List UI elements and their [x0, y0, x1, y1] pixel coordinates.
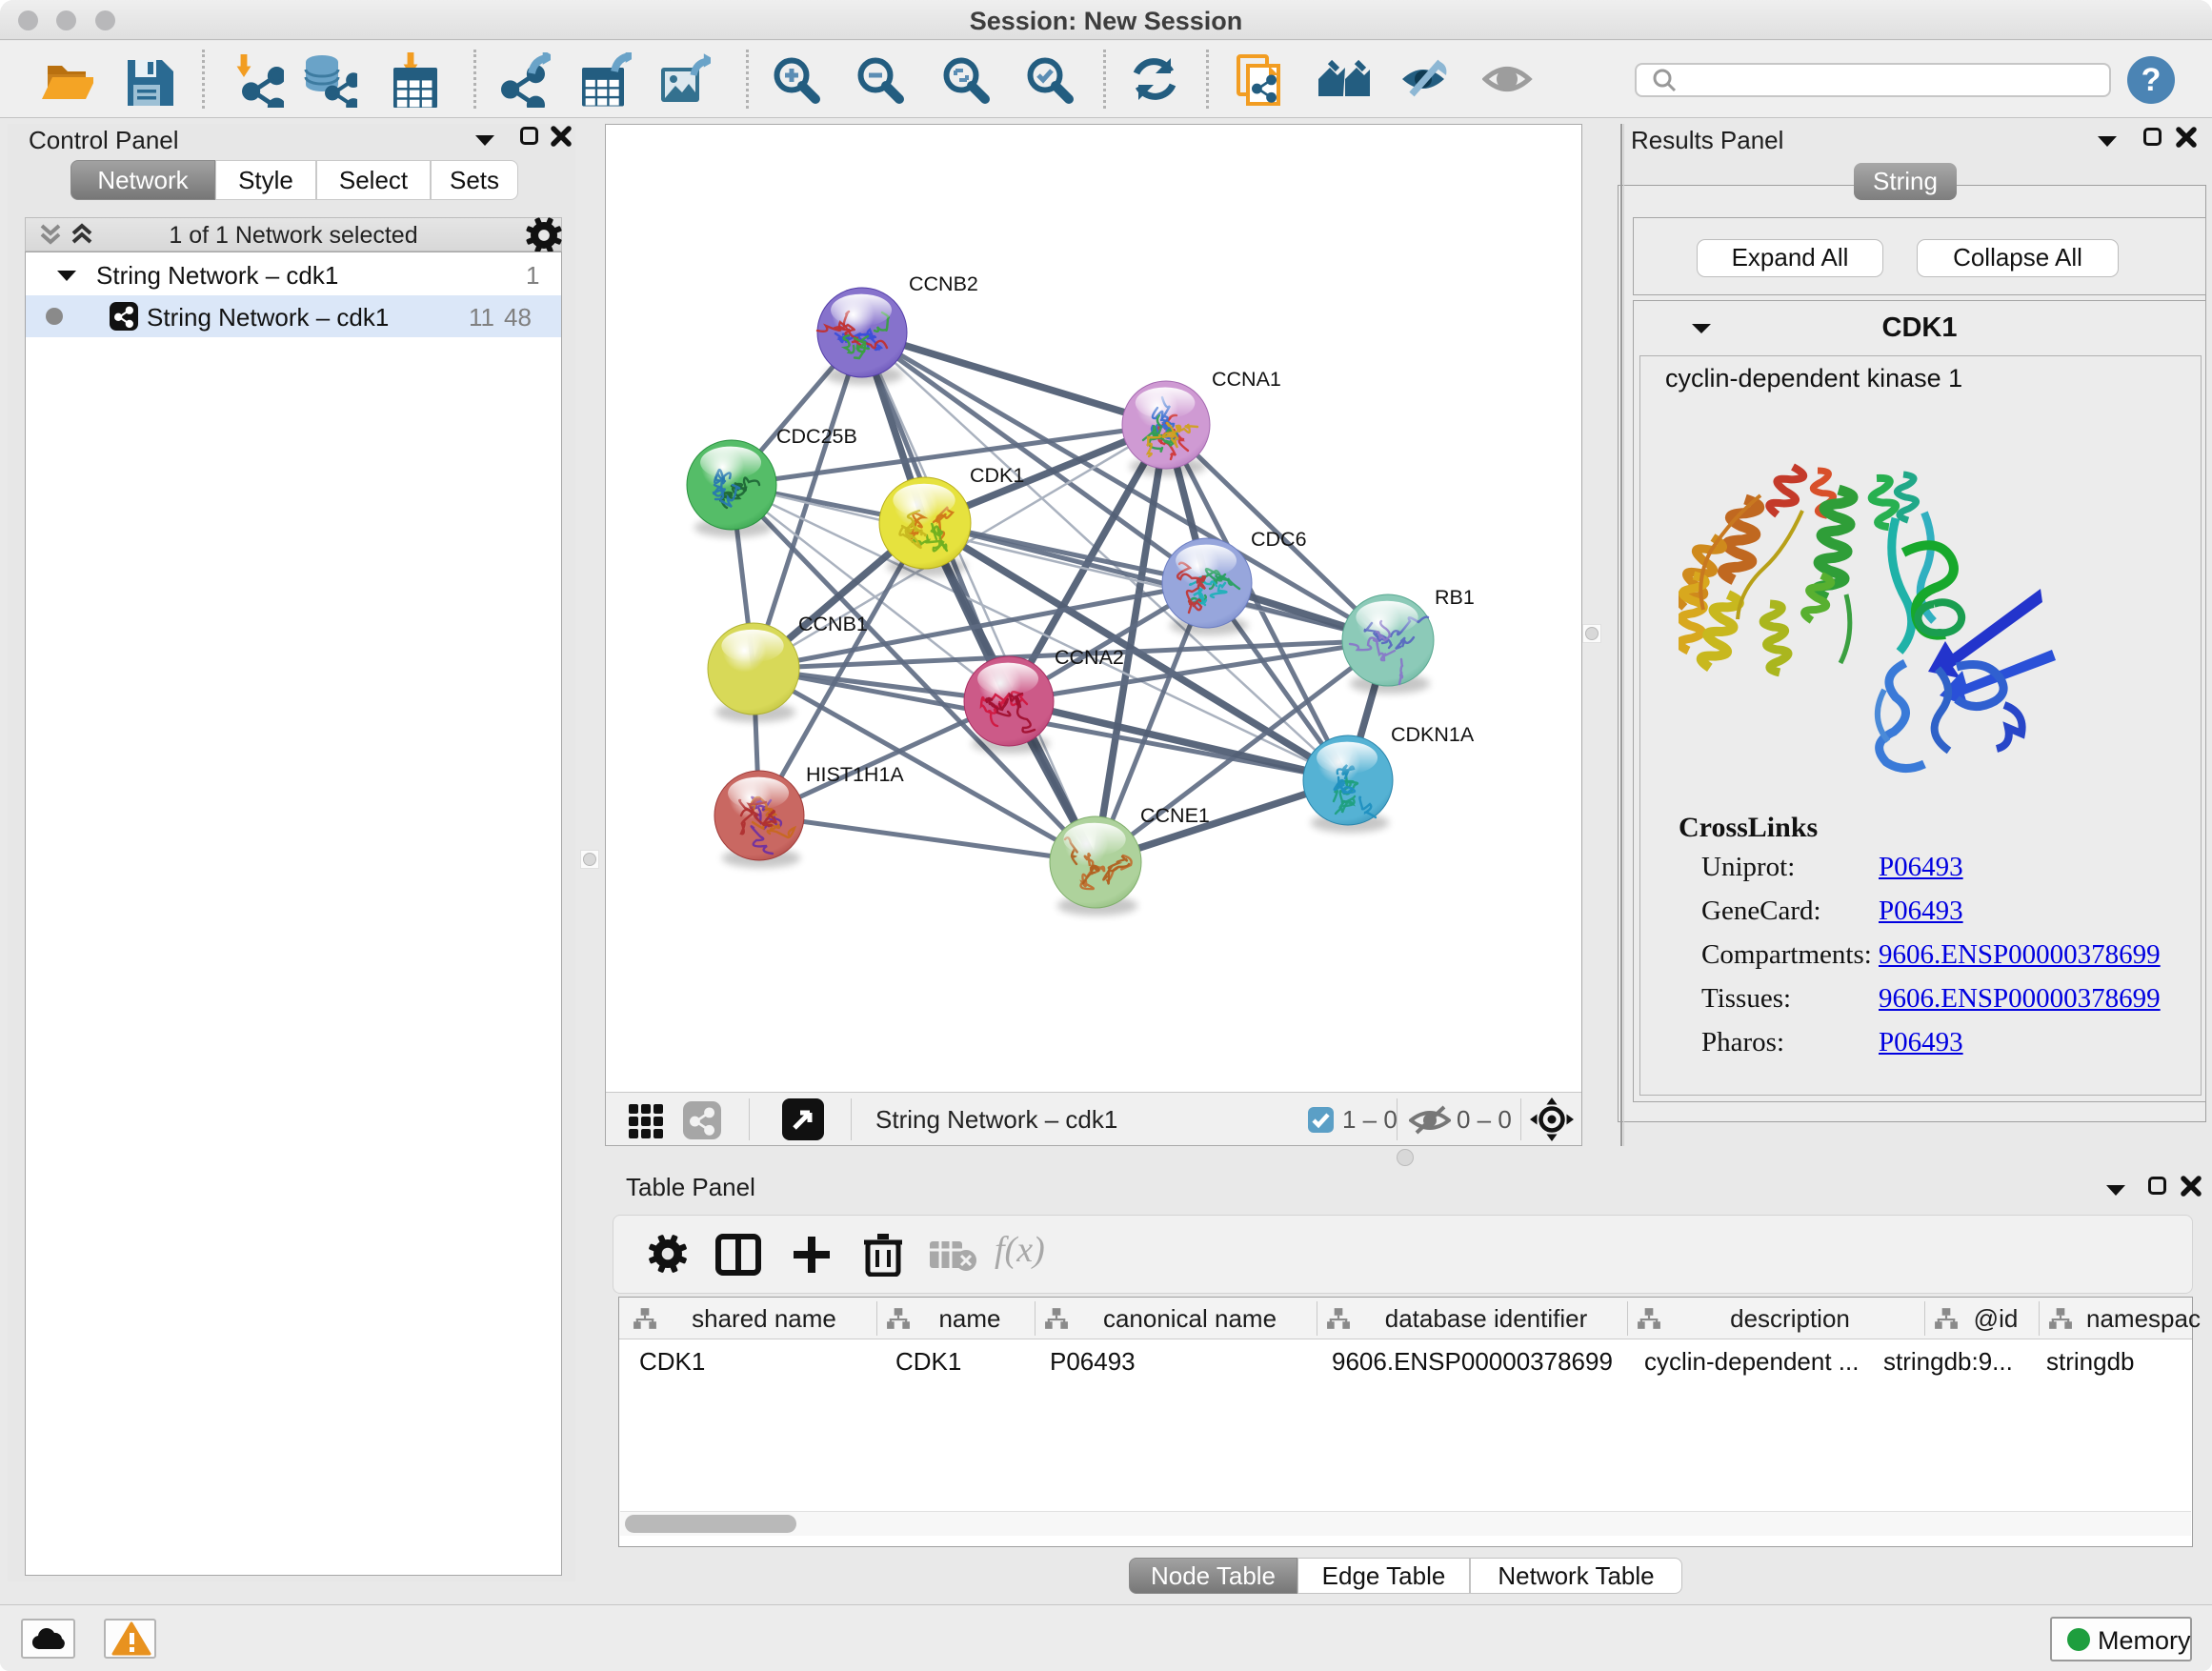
svg-text:CDC6: CDC6: [1251, 528, 1307, 551]
svg-text:CDC25B: CDC25B: [776, 425, 857, 448]
svg-text:?: ?: [2142, 62, 2162, 98]
svg-text:HIST1H1A: HIST1H1A: [806, 763, 904, 786]
svg-text:CCNB1: CCNB1: [798, 613, 868, 635]
svg-text:CDKN1A: CDKN1A: [1391, 723, 1475, 746]
svg-text:CCNE1: CCNE1: [1140, 804, 1210, 827]
svg-text:CCNA1: CCNA1: [1212, 368, 1281, 391]
svg-text:CCNA2: CCNA2: [1055, 646, 1124, 669]
svg-text:RB1: RB1: [1435, 586, 1475, 609]
svg-text:CDK1: CDK1: [970, 464, 1024, 487]
svg-text:CCNB2: CCNB2: [909, 272, 978, 295]
